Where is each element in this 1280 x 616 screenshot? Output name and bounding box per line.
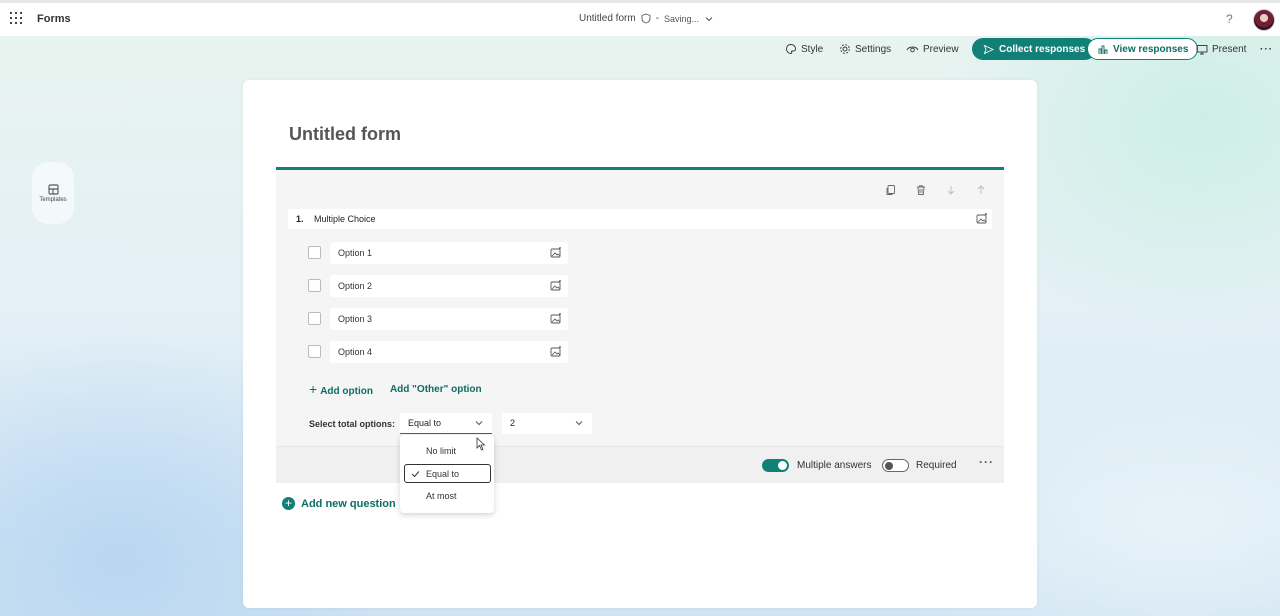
collect-responses-label: Collect responses [999, 43, 1086, 55]
option-input[interactable]: Option 2 [330, 275, 568, 297]
move-down-icon[interactable] [945, 184, 957, 196]
required-label: Required [916, 460, 957, 471]
required-toggle[interactable] [882, 459, 909, 472]
multiple-answers-toggle[interactable] [762, 459, 789, 472]
app-name[interactable]: Forms [37, 13, 71, 25]
option-count-dropdown[interactable]: 2 [502, 413, 592, 434]
add-other-option-button[interactable]: Add "Other" option [390, 384, 482, 395]
add-new-question-button[interactable]: + Add new question [282, 497, 396, 510]
chevron-down-icon [575, 421, 583, 426]
question-number: 1. [296, 214, 304, 224]
question-title: Multiple Choice [314, 214, 376, 224]
insert-media-icon[interactable] [550, 280, 562, 292]
question-title-field[interactable]: 1. Multiple Choice [288, 209, 992, 229]
option-row: Option 2 [308, 275, 568, 297]
option-checkbox[interactable] [308, 246, 321, 259]
send-icon [983, 44, 994, 54]
question-footer: Multiple answers Required ··· [276, 446, 1004, 483]
option-checkbox[interactable] [308, 345, 321, 358]
palette-icon [786, 44, 796, 54]
form-card: Untitled form 1. Multiple Choice Option … [243, 80, 1037, 608]
option-checkbox[interactable] [308, 312, 321, 325]
add-circle-icon: + [282, 497, 295, 510]
menu-item-at-most[interactable]: At most [404, 487, 491, 506]
present-group: Present [1196, 38, 1246, 60]
add-option-row: + Add option Add "Other" option [309, 381, 482, 397]
preview-button[interactable]: Preview [906, 44, 959, 55]
move-up-icon[interactable] [975, 184, 987, 196]
option-count-value: 2 [510, 418, 516, 428]
view-group: View responses [1087, 38, 1199, 60]
title-separator: - [655, 13, 660, 24]
form-title[interactable]: Untitled form [289, 124, 401, 145]
view-responses-label: View responses [1113, 43, 1189, 55]
select-total-value: Equal to [408, 418, 442, 428]
multiple-answers-label: Multiple answers [797, 460, 872, 471]
templates-button[interactable]: Templates [32, 162, 74, 224]
menu-item-equal-to-label: Equal to [426, 469, 460, 479]
save-status: Saving... [664, 13, 700, 24]
present-label: Present [1212, 43, 1247, 55]
option-row: Option 4 [308, 341, 568, 363]
plus-icon: + [309, 381, 318, 397]
bar-chart-icon [1098, 45, 1108, 54]
avatar[interactable] [1253, 9, 1275, 31]
option-checkbox[interactable] [308, 279, 321, 292]
question-toolbar [885, 184, 987, 196]
collect-responses-button[interactable]: Collect responses [972, 38, 1097, 60]
delete-icon[interactable] [915, 184, 927, 196]
top-bar: Forms Untitled form - Saving... ? [0, 0, 1280, 36]
style-label: Style [801, 43, 824, 55]
view-responses-button[interactable]: View responses [1087, 38, 1199, 60]
app-launcher-icon[interactable] [10, 12, 22, 24]
option-input[interactable]: Option 3 [330, 308, 568, 330]
style-button[interactable]: Style [785, 43, 823, 55]
option-input[interactable]: Option 4 [330, 341, 568, 363]
insert-media-icon[interactable] [550, 313, 562, 325]
question-more-icon[interactable]: ··· [979, 455, 994, 469]
preview-group: Preview [906, 38, 959, 60]
header-form-title: Untitled form [579, 13, 636, 24]
chevron-down-icon [475, 421, 483, 426]
insert-media-icon[interactable] [976, 213, 988, 225]
monitor-icon [1196, 44, 1208, 54]
command-bar: Style [785, 38, 823, 60]
option-row: Option 3 [308, 308, 568, 330]
preview-label: Preview [923, 43, 959, 55]
menu-item-equal-to[interactable]: Equal to [404, 464, 491, 483]
checkmark-icon [411, 471, 420, 478]
templates-label: Templates [39, 196, 67, 203]
gear-icon [840, 44, 850, 54]
mouse-cursor-icon [476, 437, 486, 451]
insert-media-icon[interactable] [550, 346, 562, 358]
select-total-label: Select total options: [309, 419, 396, 429]
insert-media-icon[interactable] [550, 247, 562, 259]
settings-group: Settings [839, 38, 891, 60]
option-row: Option 1 [308, 242, 568, 264]
add-option-button[interactable]: + Add option [309, 381, 373, 397]
chevron-down-icon [705, 16, 713, 21]
add-new-question-label: Add new question [301, 497, 396, 510]
help-icon[interactable]: ? [1226, 12, 1233, 26]
templates-icon [48, 184, 58, 194]
add-option-label: Add option [320, 386, 373, 397]
form-title-menu[interactable]: Untitled form - Saving... [579, 13, 714, 24]
present-button[interactable]: Present [1196, 44, 1246, 55]
eye-icon [906, 46, 919, 53]
question-card[interactable]: 1. Multiple Choice Option 1 Option 2 Opt… [276, 167, 1004, 483]
collect-group: Collect responses [972, 38, 1097, 60]
option-input[interactable]: Option 1 [330, 242, 568, 264]
settings-button[interactable]: Settings [839, 43, 891, 55]
more-options-icon[interactable]: ··· [1260, 44, 1273, 55]
settings-label: Settings [855, 43, 892, 55]
copy-icon[interactable] [885, 184, 897, 196]
shield-icon [641, 13, 651, 24]
select-total-dropdown[interactable]: Equal to [400, 413, 492, 434]
more-group: ··· [1260, 38, 1273, 60]
